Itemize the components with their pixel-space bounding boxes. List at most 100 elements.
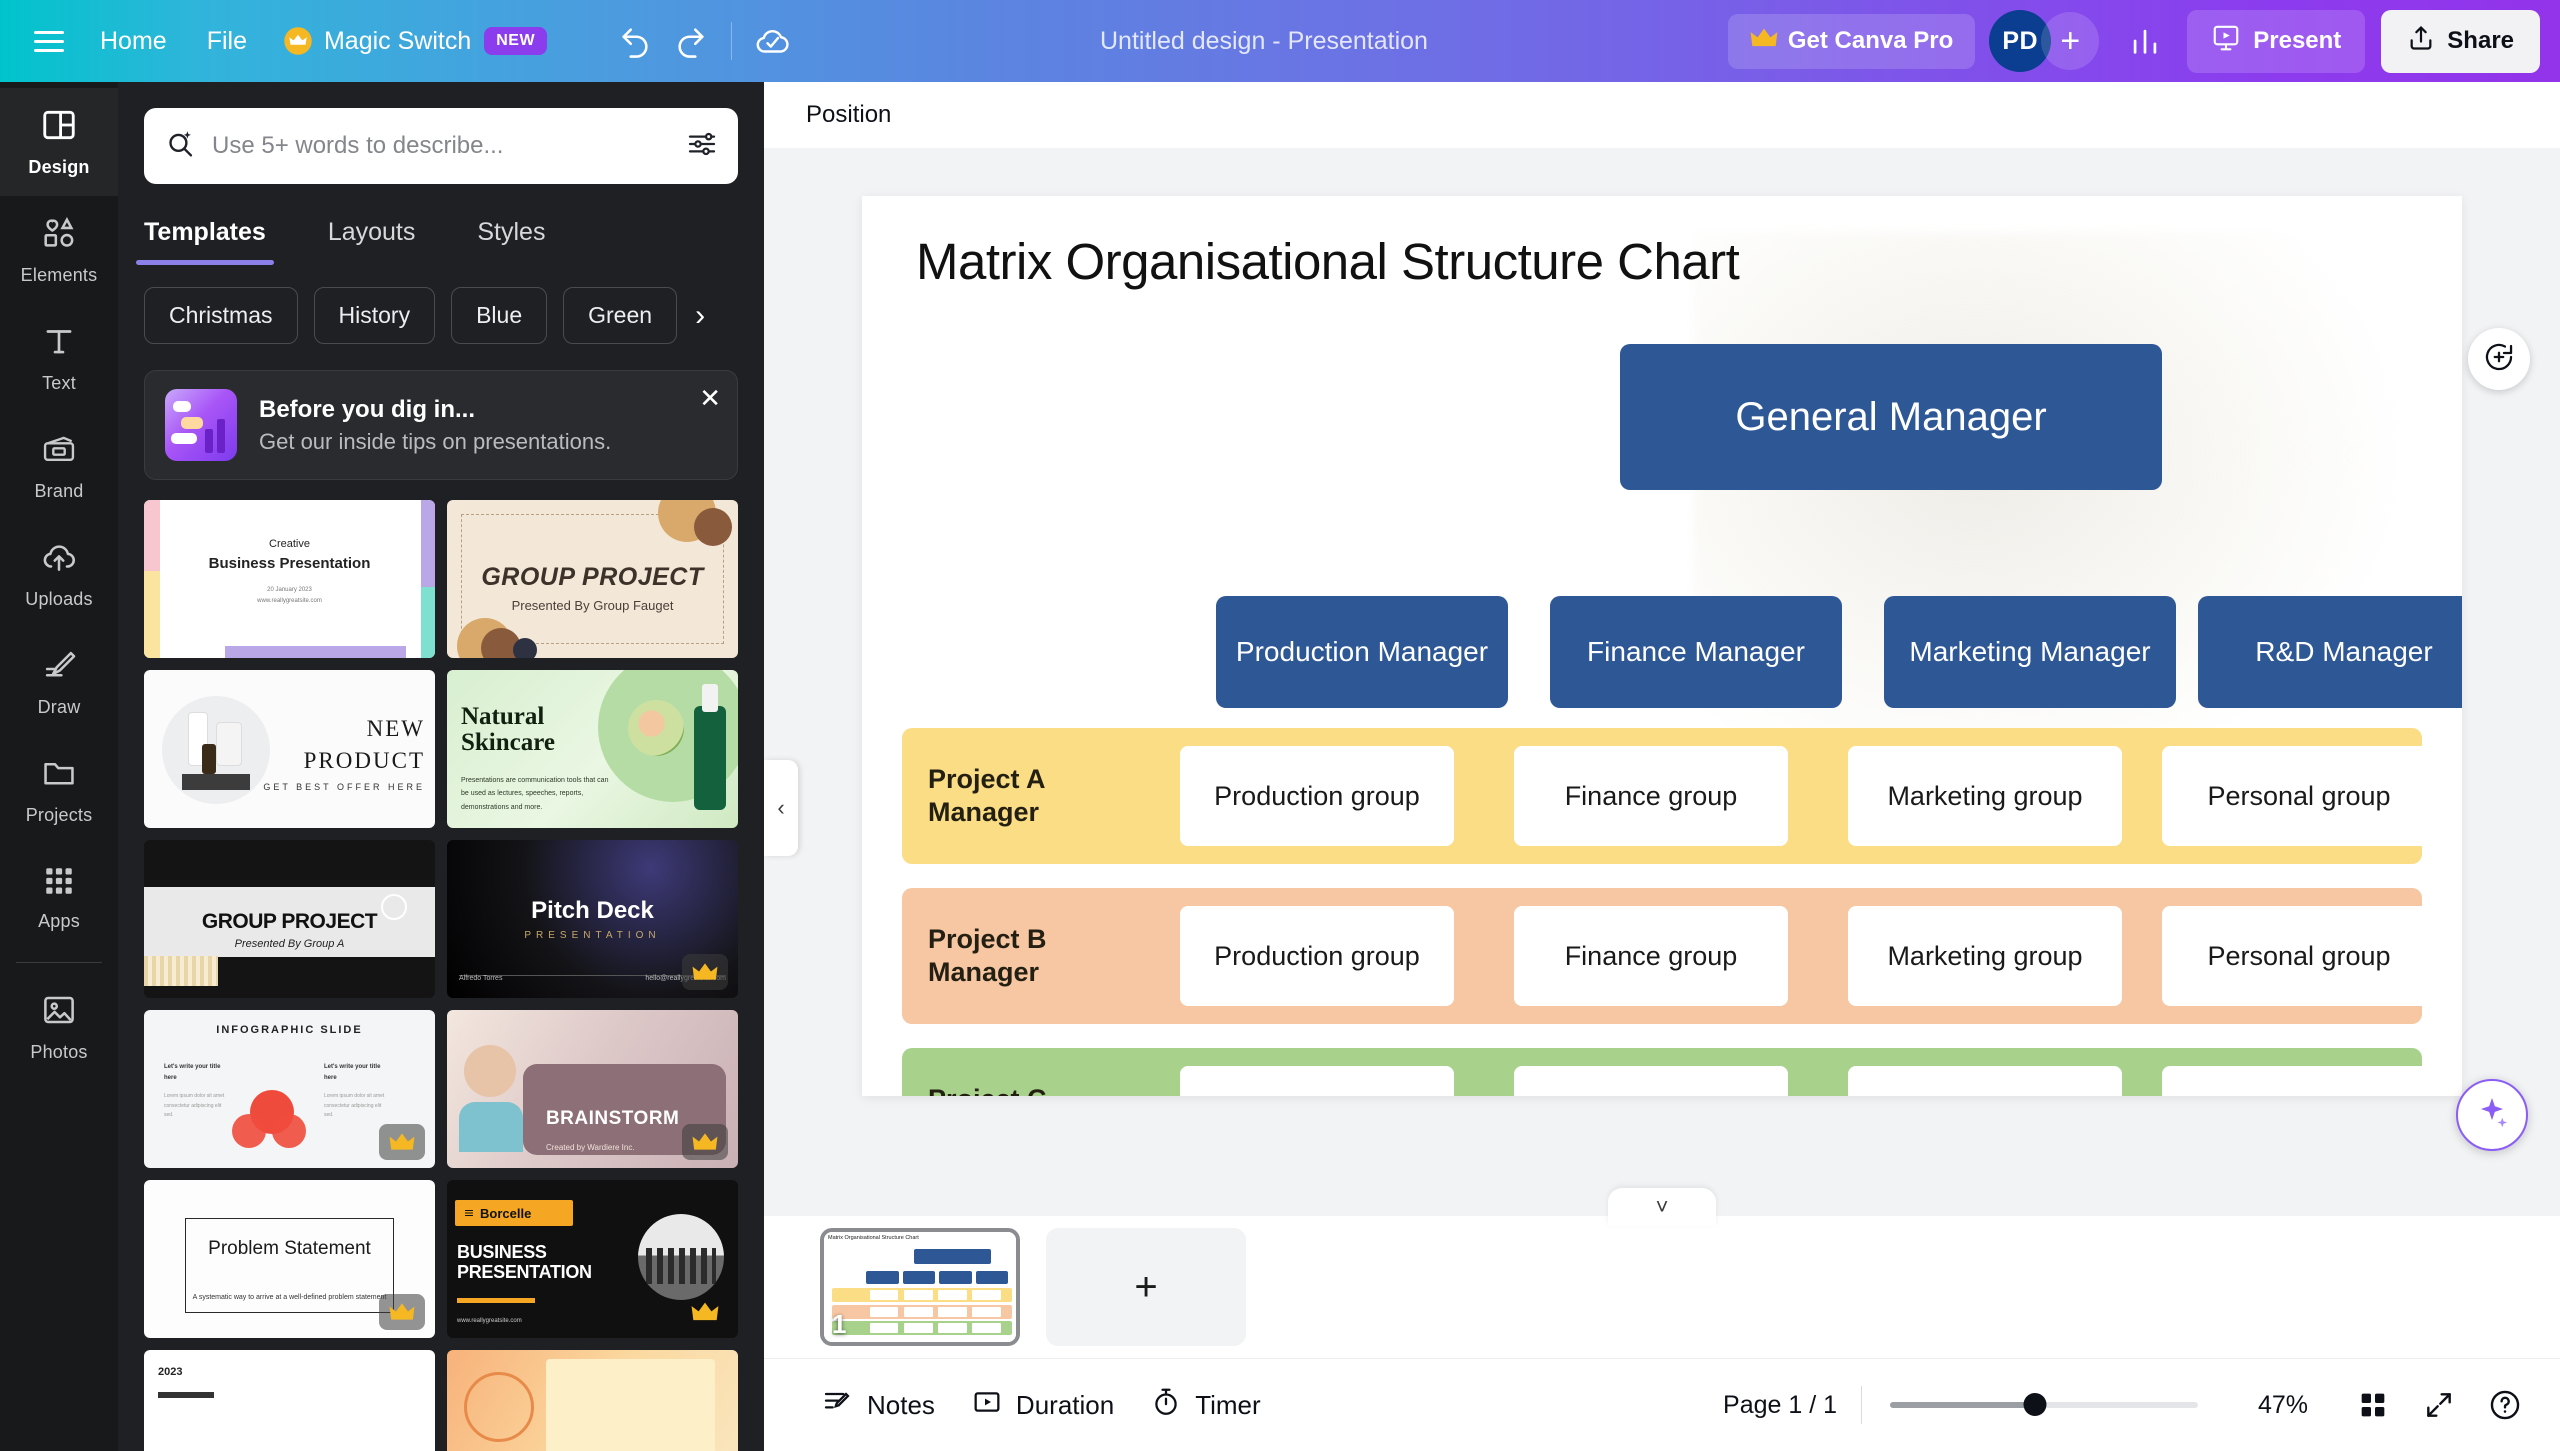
tab-templates[interactable]: Templates bbox=[136, 200, 274, 265]
matrix-cell[interactable]: Production group bbox=[1180, 746, 1454, 846]
get-canva-pro-button[interactable]: Get Canva Pro bbox=[1727, 13, 1976, 69]
timer-button[interactable]: Timer bbox=[1132, 1374, 1278, 1437]
manager-box-production[interactable]: Production Manager bbox=[1216, 596, 1508, 708]
chip-blue[interactable]: Blue bbox=[451, 287, 548, 344]
template-card[interactable]: Borcelle BUSINESS PRESENTATION www.reall… bbox=[447, 1180, 738, 1338]
sidebar-item-text[interactable]: Text bbox=[0, 304, 118, 412]
redo-icon[interactable] bbox=[663, 13, 719, 69]
magic-assistant-button[interactable] bbox=[2456, 1079, 2528, 1151]
manager-box-finance[interactable]: Finance Manager bbox=[1550, 596, 1842, 708]
matrix-cell[interactable]: Marketing group bbox=[1848, 1066, 2122, 1096]
brand-card-icon bbox=[40, 430, 78, 473]
matrix-cell[interactable]: Finance group bbox=[1514, 906, 1788, 1006]
template-card[interactable]: Natural Skincare Presentations are commu… bbox=[447, 670, 738, 828]
analytics-icon[interactable] bbox=[2117, 13, 2173, 69]
home-button[interactable]: Home bbox=[80, 15, 187, 68]
hamburger-icon[interactable] bbox=[18, 10, 80, 72]
chip-history[interactable]: History bbox=[313, 287, 436, 344]
pro-crown-icon bbox=[682, 1294, 728, 1330]
photo-image-icon bbox=[40, 991, 78, 1034]
matrix-cell[interactable]: Production group bbox=[1180, 1066, 1454, 1096]
template-card[interactable]: Pitch Deck PRESENTATION Alfredo Torres h… bbox=[447, 840, 738, 998]
add-page-button[interactable]: + bbox=[1046, 1228, 1246, 1346]
matrix-cell[interactable]: Personal group bbox=[2162, 1066, 2436, 1096]
zoom-slider-knob[interactable] bbox=[2023, 1393, 2047, 1416]
sidebar-item-label: Photos bbox=[30, 1042, 88, 1062]
notes-pencil-icon bbox=[822, 1386, 854, 1425]
notes-button[interactable]: Notes bbox=[804, 1374, 953, 1437]
template-card[interactable]: NEW PRODUCT GET BEST OFFER HERE bbox=[144, 670, 435, 828]
template-card[interactable]: INFOGRAPHIC SLIDE Let's write your title… bbox=[144, 1010, 435, 1168]
matrix-cell[interactable]: Personal group bbox=[2162, 906, 2436, 1006]
slide-canvas[interactable]: Matrix Organisational Structure Chart Ge… bbox=[862, 196, 2462, 1096]
cloud-check-icon[interactable] bbox=[744, 13, 800, 69]
sidebar-item-projects[interactable]: Projects bbox=[0, 736, 118, 844]
matrix-cell[interactable]: Finance group bbox=[1514, 746, 1788, 846]
design-layout-icon bbox=[40, 106, 78, 149]
sidebar-item-design[interactable]: Design bbox=[0, 88, 118, 196]
template-column-label: Let's write your title here bbox=[324, 1064, 381, 1081]
bottom-bar: Notes Duration Timer Page 1 / 1 47% bbox=[764, 1358, 2560, 1451]
matrix-cell[interactable]: Marketing group bbox=[1848, 746, 2122, 846]
sidebar-item-photos[interactable]: Photos bbox=[0, 973, 118, 1081]
help-question-icon[interactable] bbox=[2476, 1376, 2534, 1434]
matrix-cell[interactable]: Personal group bbox=[2162, 746, 2436, 846]
grid-view-icon[interactable] bbox=[2344, 1376, 2402, 1434]
collapse-panel-button[interactable]: ‹ bbox=[764, 760, 798, 856]
sliders-filter-icon[interactable] bbox=[686, 128, 718, 165]
sidebar-item-label: Brand bbox=[34, 481, 84, 501]
search-box[interactable] bbox=[144, 108, 738, 184]
document-title[interactable]: Untitled design - Presentation bbox=[800, 27, 1728, 56]
project-row-b[interactable]: Project B Manager Production group Finan… bbox=[902, 888, 2436, 1024]
template-card[interactable]: Problem Statement A systematic way to ar… bbox=[144, 1180, 435, 1338]
project-row-c[interactable]: Project C Manager Production group Finan… bbox=[902, 1048, 2436, 1096]
sidebar-item-uploads[interactable]: Uploads bbox=[0, 520, 118, 628]
manager-box-marketing[interactable]: Marketing Manager bbox=[1884, 596, 2176, 708]
sidebar-item-apps[interactable]: Apps bbox=[0, 844, 118, 952]
template-card[interactable] bbox=[447, 1350, 738, 1451]
undo-icon[interactable] bbox=[607, 13, 663, 69]
sidebar-item-brand[interactable]: Brand bbox=[0, 412, 118, 520]
matrix-cell[interactable]: Marketing group bbox=[1848, 906, 2122, 1006]
slide-title[interactable]: Matrix Organisational Structure Chart bbox=[916, 232, 1740, 291]
template-card[interactable]: Creative Business Presentation 20 Januar… bbox=[144, 500, 435, 658]
chip-christmas[interactable]: Christmas bbox=[144, 287, 298, 344]
duration-button[interactable]: Duration bbox=[953, 1374, 1132, 1437]
duration-play-icon bbox=[971, 1386, 1003, 1425]
tab-styles[interactable]: Styles bbox=[477, 200, 545, 265]
promo-card[interactable]: Before you dig in... Get our inside tips… bbox=[144, 370, 738, 480]
general-manager-box[interactable]: General Manager bbox=[1620, 344, 2162, 490]
present-button[interactable]: Present bbox=[2187, 9, 2366, 73]
template-subtitle: Presented By Group A bbox=[234, 937, 345, 950]
add-comment-button[interactable] bbox=[2468, 328, 2530, 390]
matrix-cell[interactable]: Production group bbox=[1180, 906, 1454, 1006]
share-button[interactable]: Share bbox=[2381, 9, 2540, 73]
sidebar-item-label: Text bbox=[42, 373, 76, 393]
fullscreen-expand-icon[interactable] bbox=[2410, 1376, 2468, 1434]
elements-shapes-icon bbox=[40, 214, 78, 257]
search-input[interactable] bbox=[212, 132, 672, 160]
zoom-slider[interactable] bbox=[1890, 1393, 2198, 1416]
add-collaborator-button[interactable]: + bbox=[2041, 12, 2100, 70]
comment-plus-icon bbox=[2482, 340, 2516, 379]
page-thumbnail-1[interactable]: Matrix Organisational Structure Chart 1 bbox=[820, 1228, 1020, 1346]
template-card[interactable]: GROUP PROJECT Presented By Group Fauget bbox=[447, 500, 738, 658]
canvas-area[interactable]: Matrix Organisational Structure Chart Ge… bbox=[764, 148, 2560, 1216]
template-card[interactable]: GROUP PROJECT Presented By Group A bbox=[144, 840, 435, 998]
template-card[interactable]: BRAINSTORM Created by Wardiere Inc. bbox=[447, 1010, 738, 1168]
position-button[interactable]: Position bbox=[792, 91, 905, 139]
collapse-pages-button[interactable]: ˅ bbox=[1608, 1188, 1716, 1226]
pro-crown-icon bbox=[682, 954, 728, 990]
sidebar-item-draw[interactable]: Draw bbox=[0, 628, 118, 736]
file-button[interactable]: File bbox=[187, 15, 267, 68]
chip-green[interactable]: Green bbox=[563, 287, 678, 344]
template-card[interactable]: 2023 bbox=[144, 1350, 435, 1451]
close-icon[interactable]: ✕ bbox=[699, 385, 721, 411]
tab-layouts[interactable]: Layouts bbox=[328, 200, 416, 265]
project-row-a[interactable]: Project A Manager Production group Finan… bbox=[902, 728, 2436, 864]
matrix-cell[interactable]: Finance group bbox=[1514, 1066, 1788, 1096]
manager-box-rd[interactable]: R&D Manager bbox=[2198, 596, 2462, 708]
chevron-right-icon[interactable]: › bbox=[695, 299, 705, 333]
magic-switch-button[interactable]: Magic Switch NEW bbox=[267, 16, 563, 66]
sidebar-item-elements[interactable]: Elements bbox=[0, 196, 118, 304]
